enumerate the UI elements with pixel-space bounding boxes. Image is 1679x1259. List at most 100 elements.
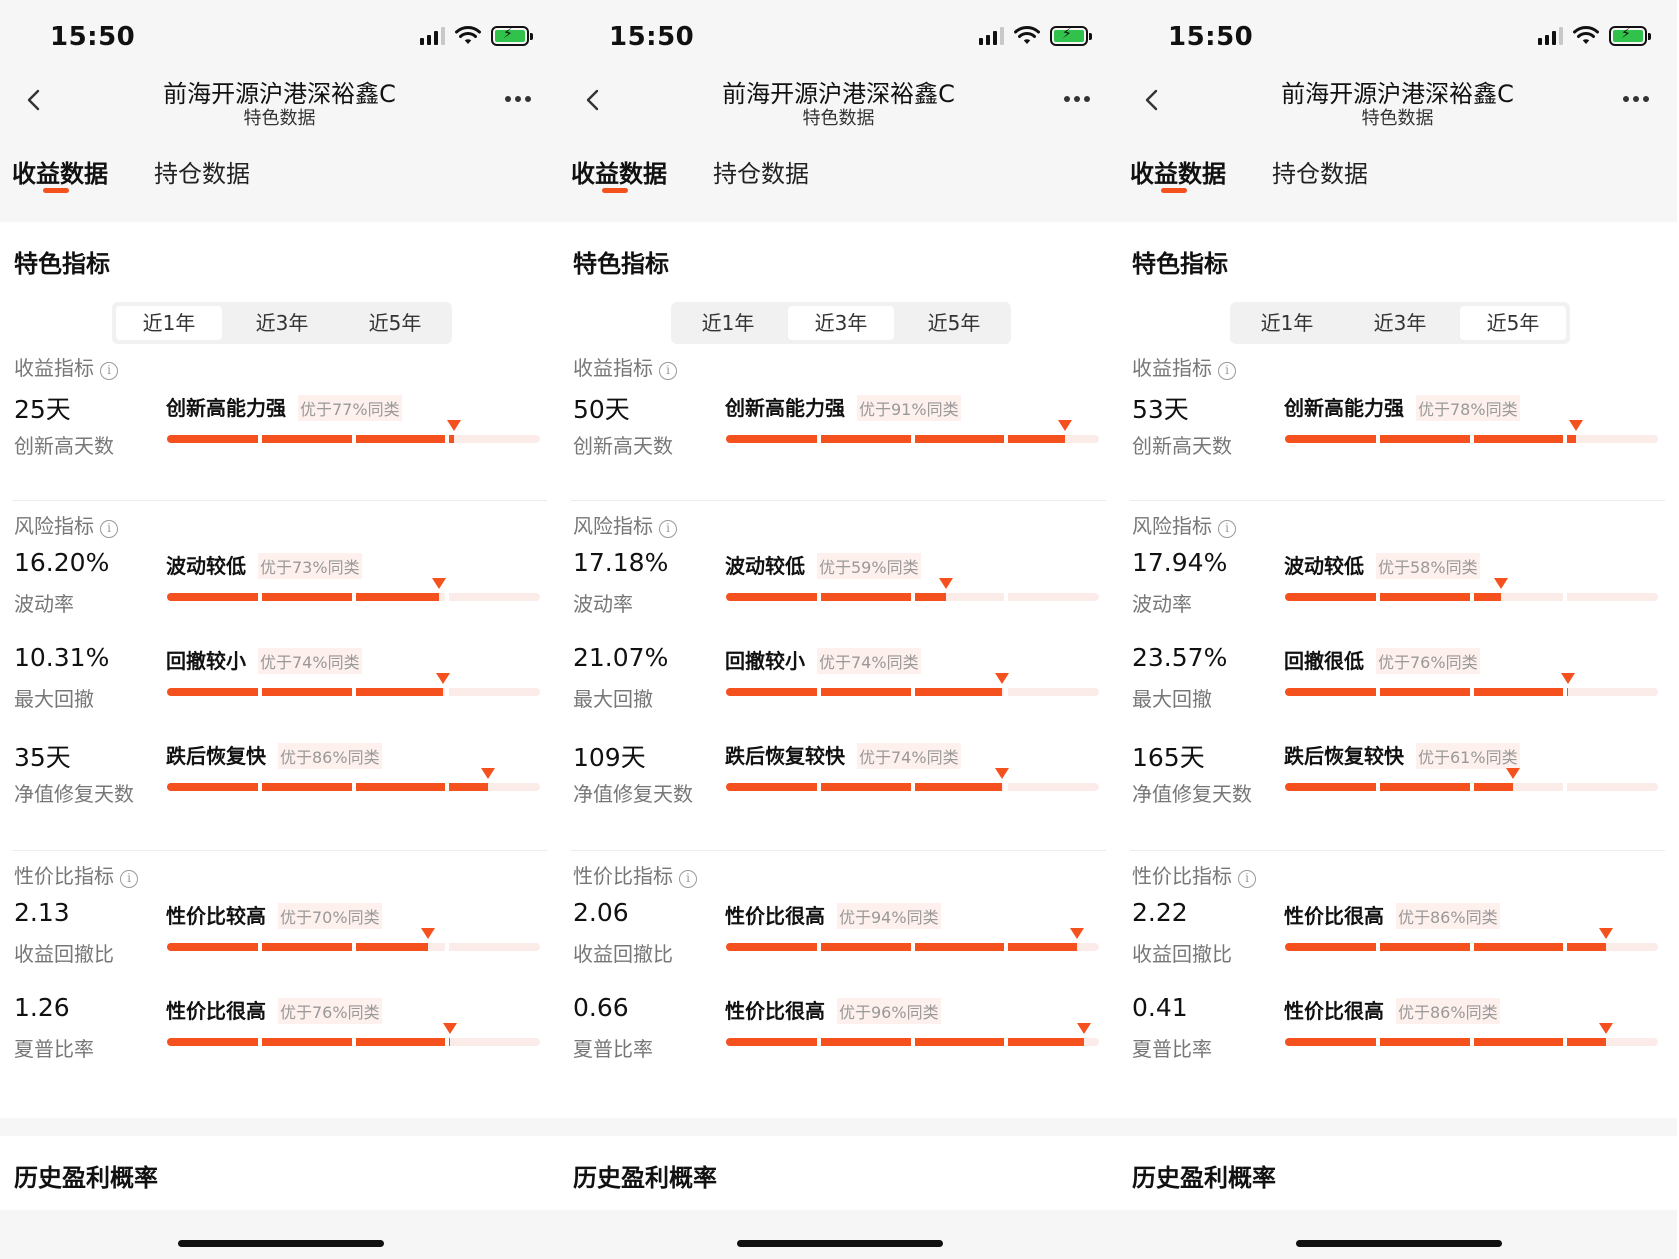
metric-row: 17.94% 波动率 波动较低 优于58%同类 [1118,548,1677,632]
bar-segment-gap [817,1038,821,1046]
tab-holdings-data[interactable]: 持仓数据 [713,154,809,189]
percentile-fill [726,1038,1084,1046]
group-label-text: 性价比指标 [573,864,673,888]
period-3y-button[interactable]: 近3年 [1347,306,1453,340]
history-profit-card[interactable]: 历史盈利概率 [0,1136,559,1210]
percentile-fill [726,943,1077,951]
tab-bar: 收益数据 持仓数据 [0,140,559,196]
tab-return-data[interactable]: 收益数据 [12,154,108,189]
metric-row: 2.13 收益回撤比 性价比较高 优于70%同类 [0,898,559,982]
metric-name: 创新高天数 [14,434,114,458]
percentile-marker-icon [481,768,495,779]
period-5y-button[interactable]: 近5年 [1460,306,1566,340]
info-icon[interactable]: i [1218,362,1236,380]
metric-name: 夏普比率 [1132,1037,1212,1061]
metric-row: 16.20% 波动率 波动较低 优于73%同类 [0,548,559,632]
metric-value: 10.31% [14,643,110,672]
phone-screen-2: 15:50 前海开源沪港深裕鑫C 特色数据 收益数据 [559,0,1118,1259]
tab-holdings-data[interactable]: 持仓数据 [154,154,250,189]
return-metrics-label: 收益指标 i [1132,352,1236,381]
bar-segment-gap [1563,593,1567,601]
metric-rating: 性价比很高 优于76%同类 [166,995,382,1024]
battery-charging-icon [1050,26,1092,46]
tab-return-data[interactable]: 收益数据 [571,154,667,189]
percentile-fill [1285,783,1513,791]
percentile-fill [167,593,439,601]
divider [1130,850,1665,851]
bar-segment-gap [258,435,262,443]
bar-segment-gap [817,943,821,951]
more-options-icon[interactable] [1064,96,1090,102]
metric-name: 净值修复天数 [14,782,134,806]
history-profit-card[interactable]: 历史盈利概率 [1118,1136,1677,1210]
metric-rating: 性价比很高 优于94%同类 [725,900,941,929]
percentile-marker-icon [1599,928,1613,939]
history-profit-card[interactable]: 历史盈利概率 [559,1136,1118,1210]
period-1y-button[interactable]: 近1年 [675,306,781,340]
bar-segment-gap [1004,783,1008,791]
status-time: 15:50 [1168,22,1254,52]
metric-rating: 性价比很高 优于96%同类 [725,995,941,1024]
info-icon[interactable]: i [100,362,118,380]
return-metrics-label: 收益指标 i [573,352,677,381]
bar-segment-gap [1470,783,1474,791]
more-options-icon[interactable] [1623,96,1649,102]
info-icon[interactable]: i [679,870,697,888]
percentile-marker-icon [1569,420,1583,431]
group-label-text: 收益指标 [1132,356,1212,380]
info-icon[interactable]: i [659,520,677,538]
history-title: 历史盈利概率 [14,1164,158,1192]
info-icon[interactable]: i [1218,520,1236,538]
percentile-bar [726,1038,1099,1046]
metric-value: 50天 [573,395,630,424]
metric-rating: 回撤较小 优于74%同类 [725,645,921,674]
rating-label: 跌后恢复快 [166,744,266,768]
home-indicator[interactable] [178,1240,384,1247]
period-5y-button[interactable]: 近5年 [342,306,448,340]
bar-segment-gap [258,783,262,791]
status-icons [979,26,1092,46]
tab-return-data[interactable]: 收益数据 [1130,154,1226,189]
percentile-fill [726,783,1002,791]
metric-value: 53天 [1132,395,1189,424]
bar-segment-gap [911,435,915,443]
period-3y-button[interactable]: 近3年 [229,306,335,340]
info-icon[interactable]: i [1238,870,1256,888]
percentile-fill [1285,688,1568,696]
percentile-bar [726,783,1099,791]
peer-rank-badge: 优于86%同类 [1396,903,1500,929]
metric-name: 最大回撤 [1132,687,1212,711]
info-icon[interactable]: i [100,520,118,538]
group-label-text: 风险指标 [573,514,653,538]
percentile-marker-icon [995,673,1009,684]
home-indicator[interactable] [737,1240,943,1247]
divider [571,850,1106,851]
group-label-text: 风险指标 [1132,514,1212,538]
period-3y-button[interactable]: 近3年 [788,306,894,340]
peer-rank-badge: 优于78%同类 [1416,395,1520,421]
percentile-marker-icon [1070,928,1084,939]
metric-row: 17.18% 波动率 波动较低 优于59%同类 [559,548,1118,632]
metric-rating: 性价比很高 优于86%同类 [1284,900,1500,929]
percentile-fill [167,688,443,696]
period-5y-button[interactable]: 近5年 [901,306,1007,340]
info-icon[interactable]: i [659,362,677,380]
risk-metrics-label: 风险指标 i [573,510,677,539]
info-icon[interactable]: i [120,870,138,888]
rating-label: 波动较低 [166,554,246,578]
percentile-bar [1285,688,1658,696]
percentile-bar [167,593,540,601]
value-metrics-label: 性价比指标 i [573,860,697,889]
metric-rating: 回撤很低 优于76%同类 [1284,645,1480,674]
metric-name: 收益回撤比 [1132,942,1232,966]
rating-label: 性价比很高 [725,999,825,1023]
period-1y-button[interactable]: 近1年 [1234,306,1340,340]
more-options-icon[interactable] [505,96,531,102]
bar-segment-gap [1376,783,1380,791]
bar-segment-gap [1376,593,1380,601]
percentile-marker-icon [1599,1023,1613,1034]
tab-holdings-data[interactable]: 持仓数据 [1272,154,1368,189]
home-indicator[interactable] [1296,1240,1502,1247]
period-1y-button[interactable]: 近1年 [116,306,222,340]
rating-label: 创新高能力强 [166,396,286,420]
